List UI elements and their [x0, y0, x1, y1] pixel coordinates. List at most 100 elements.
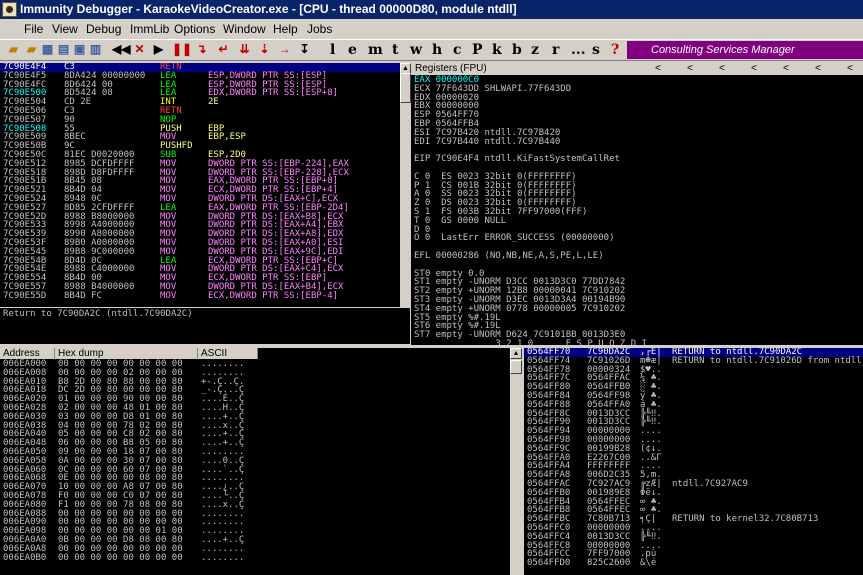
register-line[interactable]: EDI 7C97B440 ntdll.7C97B440 [414, 137, 680, 147]
row-cell [672, 559, 863, 568]
register-line[interactable]: EIP 7C90E4F4 ntdll.KiFastSystemCallRet [414, 155, 680, 164]
scroll-thumb[interactable] [510, 360, 522, 374]
dump-address-column: 006EA000 006EA008 006EA010 006EA018 006EA020… [3, 360, 46, 562]
disassembly-pane[interactable]: 7C90E4F4 7C90E4F5 7C90E4FC 7C90E500 7C90E504… [0, 63, 400, 307]
open-folder-icon[interactable]: ▰ [6, 42, 21, 57]
row-cell [672, 462, 863, 471]
register-nav-arrow[interactable]: < [719, 63, 725, 75]
row-cell: 825C2600 [587, 558, 631, 569]
dump-hex-header[interactable]: Hex dump [55, 348, 198, 359]
toolbar-breakpoints-button[interactable]: b [512, 42, 522, 58]
row-cell [672, 392, 863, 401]
trace-into-icon[interactable]: ⇊ [237, 42, 252, 57]
menu-jobs[interactable]: Jobs [307, 22, 332, 36]
toolbar-handles-button[interactable]: h [432, 42, 442, 58]
row-cell: MOV [160, 290, 177, 301]
row-cell: 90 [64, 114, 75, 125]
toolbar-references-button[interactable]: r [552, 42, 559, 58]
toolbar-memory-button[interactable]: m [368, 42, 383, 58]
stack-ascii-column: ,┌É| m☻æ| $♥.. ¼ ♣. ░ ♣. ÿ ♣. á ♣. ╠╙‼. ╠╙‼.....… [640, 348, 662, 568]
toolbar-executables-button[interactable]: e [348, 42, 357, 58]
menu-options[interactable]: Options [174, 22, 215, 36]
row-cell [672, 418, 863, 427]
go-to-icon[interactable]: ↧ [297, 42, 312, 57]
consulting-services-banner[interactable]: Consulting Services Manager [627, 41, 863, 59]
menu-window[interactable]: Window [223, 22, 266, 36]
row-cell [672, 436, 863, 445]
info-icon[interactable]: ▣ [72, 42, 87, 57]
menu-view[interactable]: View [52, 22, 78, 36]
register-nav-arrow[interactable]: < [815, 63, 821, 75]
execute-till-return-icon[interactable]: → [277, 42, 292, 57]
row-cell: CD 2E [64, 97, 92, 108]
recent-icon[interactable]: ▦ [40, 42, 55, 57]
options-icon[interactable]: ▤ [56, 42, 71, 57]
rewind-icon[interactable]: ◀◀ [112, 42, 130, 57]
dump-ascii-column: ................ +-.Ç..Ç. _-.Ç...Ç ....É..Ç… [201, 360, 244, 562]
row-cell: C3 [64, 105, 75, 116]
register-line[interactable]: O 0 LastErr ERROR_SUCCESS (00000000) [414, 234, 680, 243]
menu-file[interactable]: File [24, 22, 43, 36]
registers-header: Registers (FPU) <<<<<<<< [411, 63, 863, 75]
row-cell: EDX,DWORD PTR SS:[ESP+8] [208, 88, 339, 99]
row-cell: RETURN to kernel32.7C80B713 [672, 514, 819, 525]
window-title: Immunity Debugger - KaraokeVideoCreator.… [20, 2, 517, 16]
row-cell [672, 427, 863, 436]
attach-icon[interactable]: ▰ [24, 42, 39, 57]
run-icon[interactable]: ▶ [151, 42, 166, 57]
hex-dump-pane[interactable]: Address Hex dump ASCII 006EA000 006EA008 0… [0, 348, 510, 575]
step-into-icon[interactable]: ↴ [194, 42, 209, 57]
trace-over-icon[interactable]: ⇣ [257, 42, 272, 57]
toolbar-patches-button[interactable]: P [472, 42, 483, 58]
row-cell [672, 489, 863, 498]
dump-scrollbar[interactable]: ▲ [510, 348, 522, 575]
menu-help[interactable]: Help [273, 22, 298, 36]
register-line[interactable]: EFL 00000286 (NO,NB,NE,A,S,PE,L,LE) [414, 252, 680, 261]
toolbar-source-button[interactable]: s [592, 42, 600, 58]
disasm-operand-column: ESP,DWORD PTR SS:[ESP] ESP,DWORD PTR SS:[… [208, 63, 349, 301]
info-pane: Return to 7C90DA2C (ntdll.7C90DA2C) [0, 308, 410, 344]
row-cell: ntdll.7C927AC9 [672, 478, 748, 489]
toolbar-threads-button[interactable]: t [392, 42, 398, 58]
stack-pane[interactable]: 0564FF70 0564FF74 0564FF78 0564FF7C 0564FF80… [524, 348, 863, 575]
toolbar-cpu-button[interactable]: c [453, 42, 462, 58]
menu-immlib[interactable]: ImmLib [130, 22, 169, 36]
toolbar: ▰ ▰ ▦ ▤ ▣ ▥ ◀◀ ✕ ▶ ❚❚ ↴ ↵ ⇊ ⇣ → ↧ l e m … [0, 39, 863, 61]
row-cell [672, 401, 863, 410]
row-cell: 006EA0B0 [3, 552, 47, 563]
pause-icon[interactable]: ❚❚ [172, 42, 192, 57]
row-cell: ECX,DWORD PTR SS:[EBP-4] [208, 290, 339, 301]
register-nav-arrow[interactable]: < [783, 63, 789, 75]
stack-comment-column: RETURN to ntdll.7C90DA2C RETURN to ntdll.… [672, 348, 863, 568]
toolbar-log-button[interactable]: l [330, 42, 335, 58]
stack-value-column: 7C90DA2C 7C91026D 00000324 0564FFAC 0564FFB0… [587, 348, 630, 568]
close-icon[interactable]: ✕ [132, 42, 147, 57]
dump-address-header[interactable]: Address [0, 348, 55, 359]
toolbar-hw-breakpoints-button[interactable]: z [531, 42, 539, 58]
disasm-scrollbar[interactable]: ▲ [400, 63, 411, 307]
script-icon[interactable]: ▥ [88, 42, 103, 57]
row-cell [672, 524, 863, 533]
scroll-thumb[interactable] [400, 73, 411, 103]
toolbar-run-trace-button[interactable]: ... [571, 42, 586, 58]
registers-title: Registers (FPU) [415, 63, 487, 74]
toolbar-callstack-button[interactable]: k [492, 42, 502, 58]
title-bar: Immunity Debugger - KaraokeVideoCreator.… [0, 0, 863, 19]
register-nav-arrow[interactable]: < [655, 63, 661, 75]
register-nav-arrow[interactable]: < [751, 63, 757, 75]
dump-ascii-header[interactable]: ASCII [198, 348, 258, 359]
register-nav-arrow[interactable]: < [687, 63, 693, 75]
register-nav-arrow[interactable]: < [847, 63, 853, 75]
toolbar-help-button[interactable]: ? [611, 42, 619, 58]
scroll-up-icon[interactable]: ▲ [510, 348, 522, 359]
row-cell: 8BEC [64, 132, 86, 143]
row-cell: EBP,ESP [208, 132, 246, 143]
step-over-icon[interactable]: ↵ [216, 42, 231, 57]
disasm-hex-column: C3 8DA424 00000000 8D6424 00 8D5424 08 CD 2E… [64, 63, 145, 301]
registers-pane[interactable]: Registers (FPU) <<<<<<<< EAX 000000C0ECX… [411, 63, 863, 345]
menu-debug[interactable]: Debug [86, 22, 121, 36]
toolbar-windows-button[interactable]: w [410, 42, 422, 58]
row-cell: ........ [201, 552, 245, 563]
row-cell: 0564FFD0 [527, 558, 571, 569]
register-line[interactable]: T 0 GS 0000 NULL [414, 216, 680, 226]
